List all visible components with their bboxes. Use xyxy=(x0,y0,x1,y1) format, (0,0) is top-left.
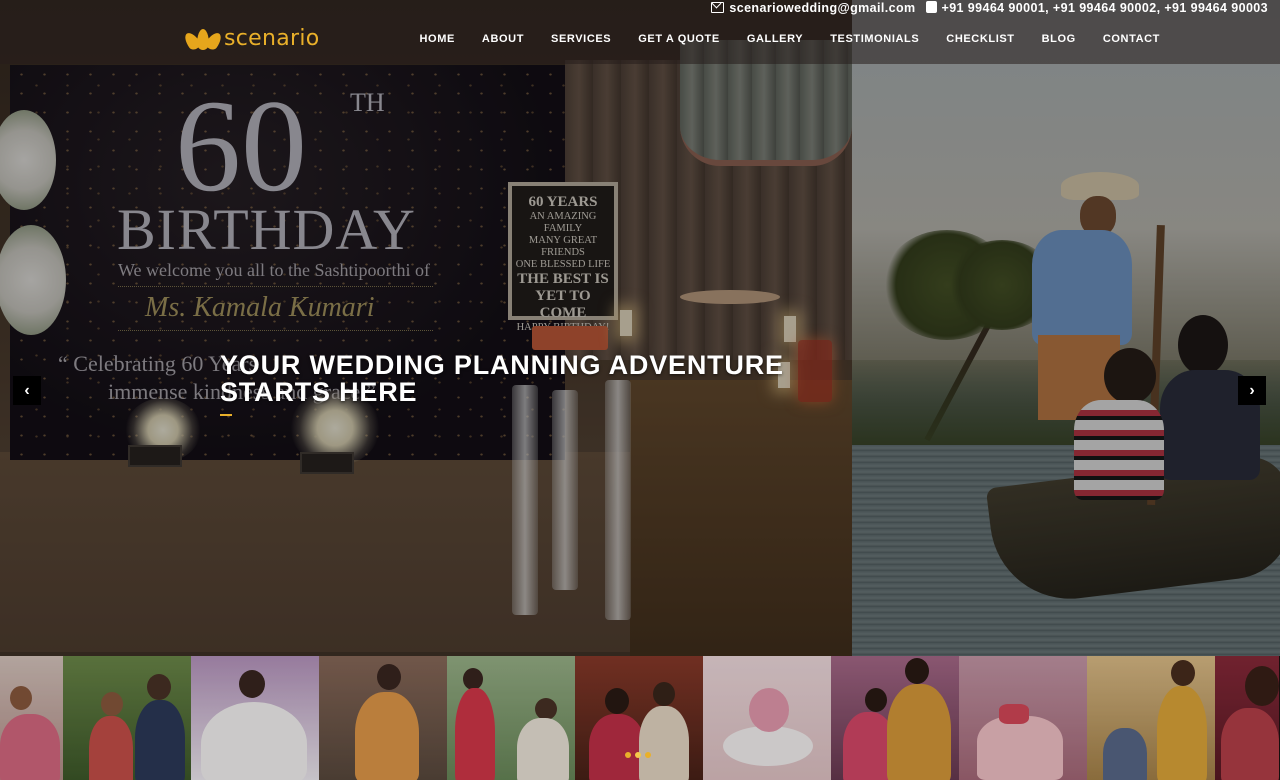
nav-testimonials[interactable]: TESTIMONIALS xyxy=(817,33,933,45)
nav-gallery[interactable]: GALLERY xyxy=(733,33,816,45)
slider-pagination xyxy=(625,752,651,758)
brand-name: scenario xyxy=(224,26,320,51)
nav-checklist[interactable]: CHECKLIST xyxy=(933,33,1028,45)
slider-dot[interactable] xyxy=(625,752,631,758)
chevron-right-icon: › xyxy=(1249,381,1255,399)
chevron-left-icon: ‹ xyxy=(24,381,30,399)
email-text: scenariowedding@gmail.com xyxy=(729,1,916,15)
slider-dot[interactable] xyxy=(635,752,641,758)
phone-numbers[interactable]: +91 99464 90001, +91 99464 90002, +91 99… xyxy=(925,1,1269,15)
hero-dim-overlay xyxy=(0,0,1280,656)
hero-headline: YOUR WEDDING PLANNING ADVENTURE STARTS H… xyxy=(220,350,784,407)
main-nav: HOME ABOUT SERVICES GET A QUOTE GALLERY … xyxy=(406,33,1173,45)
nav-get-a-quote[interactable]: GET A QUOTE xyxy=(625,33,734,45)
email-link[interactable]: scenariowedding@gmail.com xyxy=(711,1,915,15)
contact-info: scenariowedding@gmail.com +91 99464 9000… xyxy=(711,0,1268,16)
nav-contact[interactable]: CONTACT xyxy=(1089,33,1173,45)
nav-blog[interactable]: BLOG xyxy=(1028,33,1089,45)
headline-accent-bar xyxy=(220,414,232,416)
nav-about[interactable]: ABOUT xyxy=(468,33,537,45)
envelope-icon xyxy=(711,2,725,13)
lotus-icon xyxy=(181,28,225,52)
hero-slider: 60 TH BIRTHDAY We welcome you all to the… xyxy=(0,0,1280,656)
site-logo[interactable]: scenario xyxy=(181,26,320,52)
phone-text: +91 99464 90001, +91 99464 90002, +91 99… xyxy=(941,1,1268,15)
slider-dot[interactable] xyxy=(645,752,651,758)
slider-next-button[interactable]: › xyxy=(1238,376,1266,405)
nav-services[interactable]: SERVICES xyxy=(538,33,625,45)
phone-icon xyxy=(925,1,937,13)
nav-home[interactable]: HOME xyxy=(406,33,468,45)
slider-prev-button[interactable]: ‹ xyxy=(13,376,41,405)
gallery-dim-overlay xyxy=(0,656,1280,780)
